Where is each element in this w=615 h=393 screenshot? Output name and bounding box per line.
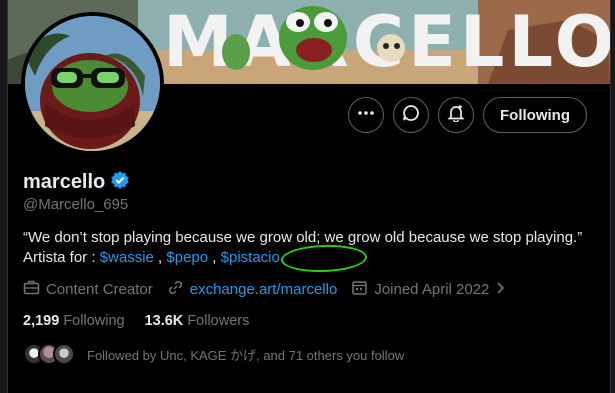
bio-link-pepo[interactable]: $pepo xyxy=(166,249,208,266)
calendar-icon xyxy=(351,279,368,300)
chevron-right-icon xyxy=(495,281,507,299)
page-frame-left xyxy=(0,0,8,393)
bio-separator: , xyxy=(208,249,221,266)
profile-stats: 2,199 Following 13.6K Followers xyxy=(23,313,249,329)
follower-avatars xyxy=(23,343,75,365)
website-item: exchange.art/marcello xyxy=(167,279,338,300)
joined-item[interactable]: Joined April 2022 xyxy=(351,279,507,300)
following-stat[interactable]: 2,199 Following xyxy=(23,313,125,329)
profile-handle: @Marcello_695 xyxy=(23,196,129,213)
profile-actions: Following xyxy=(348,97,587,133)
followers-count: 13.6K xyxy=(144,313,184,329)
following-count: 2,199 xyxy=(23,313,60,329)
more-button[interactable] xyxy=(348,97,385,133)
website-link[interactable]: exchange.art/marcello xyxy=(190,281,338,298)
category-item: Content Creator xyxy=(23,279,153,300)
briefcase-icon xyxy=(23,279,40,300)
message-button[interactable] xyxy=(393,97,430,133)
followers-stat[interactable]: 13.6K Followers xyxy=(145,313,250,329)
link-icon xyxy=(167,279,184,300)
avatar xyxy=(53,343,75,365)
followers-label: Followers xyxy=(187,313,250,329)
name-row: marcello xyxy=(23,170,130,195)
page-frame-right xyxy=(610,0,615,393)
followed-by-text: Followed by Unc, KAGE かげ, and 71 others … xyxy=(87,347,405,363)
avatar-artwork xyxy=(25,16,160,151)
message-icon xyxy=(402,104,420,127)
joined-label: Joined April 2022 xyxy=(374,281,490,298)
notification-bell-icon xyxy=(447,104,465,127)
verified-badge-icon[interactable] xyxy=(110,170,130,195)
profile-meta: Content Creator exchange.art/marcello Jo… xyxy=(23,279,521,300)
category-label: Content Creator xyxy=(46,281,153,298)
profile-avatar[interactable] xyxy=(21,12,164,155)
following-button[interactable]: Following xyxy=(483,97,587,133)
notifications-button[interactable] xyxy=(438,97,475,133)
followed-by-row[interactable]: Followed by Unc, KAGE かげ, and 71 others … xyxy=(23,343,404,365)
following-label: Following xyxy=(63,313,125,329)
bio-separator: , xyxy=(153,249,167,266)
bio-link-wassie[interactable]: $wassie xyxy=(100,249,154,266)
bio-link-pistacio[interactable]: $pistacio xyxy=(221,249,280,266)
more-icon xyxy=(357,104,375,127)
display-name: marcello xyxy=(23,171,106,193)
